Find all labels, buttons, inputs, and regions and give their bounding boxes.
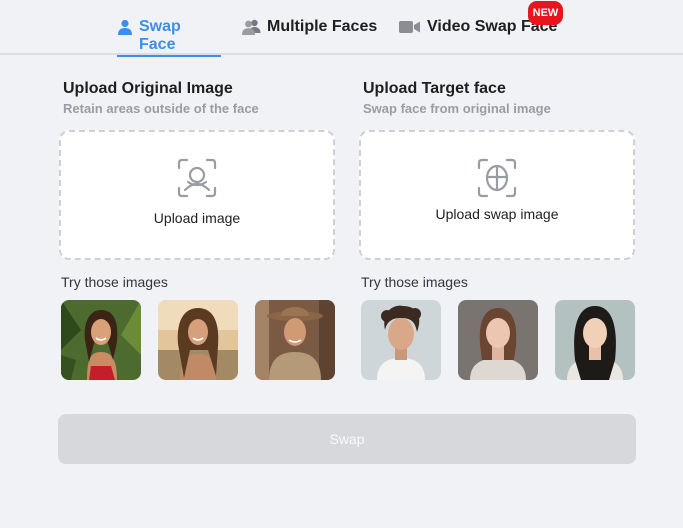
tab-multiple-faces[interactable]: Multiple Faces	[242, 18, 380, 55]
video-camera-icon	[399, 21, 420, 33]
user-icon	[118, 19, 132, 35]
users-icon	[242, 19, 261, 35]
face-target-icon	[477, 158, 517, 198]
target-title: Upload Target face	[363, 80, 506, 97]
original-samples	[59, 300, 335, 380]
sample-woman-auburn[interactable]	[458, 300, 538, 380]
original-upload-label: Upload image	[153, 210, 241, 226]
tab-swap-face[interactable]: Swap Face	[117, 18, 221, 57]
target-try-label: Try those images	[361, 274, 468, 290]
original-image-section: Upload Original Image Retain areas outsi…	[59, 79, 335, 380]
sample-woman-sunset[interactable]	[158, 300, 238, 380]
tab-multiple-faces-label: Multiple Faces	[267, 18, 378, 35]
target-upload-dropzone[interactable]: Upload swap image	[359, 130, 635, 260]
new-badge: NEW	[528, 1, 563, 25]
sample-cowboy[interactable]	[255, 300, 335, 380]
target-samples	[359, 300, 635, 380]
tab-swap-face-label: Swap Face	[139, 18, 181, 53]
sample-woman-jungle[interactable]	[61, 300, 141, 380]
original-title: Upload Original Image	[63, 80, 233, 97]
target-subtitle: Swap face from original image	[363, 101, 551, 116]
original-subtitle: Retain areas outside of the face	[63, 101, 259, 116]
sample-man-curly[interactable]	[361, 300, 441, 380]
original-try-label: Try those images	[61, 274, 168, 290]
target-face-section: Upload Target face Swap face from origin…	[359, 79, 635, 380]
swap-button[interactable]: Swap	[58, 414, 636, 464]
original-upload-dropzone[interactable]: Upload image	[59, 130, 335, 260]
face-scan-icon	[177, 158, 217, 198]
mode-tabs: Swap Face Multiple Faces Video Swap Face…	[0, 0, 683, 57]
target-upload-label: Upload swap image	[435, 206, 559, 222]
sample-woman-asian[interactable]	[555, 300, 635, 380]
